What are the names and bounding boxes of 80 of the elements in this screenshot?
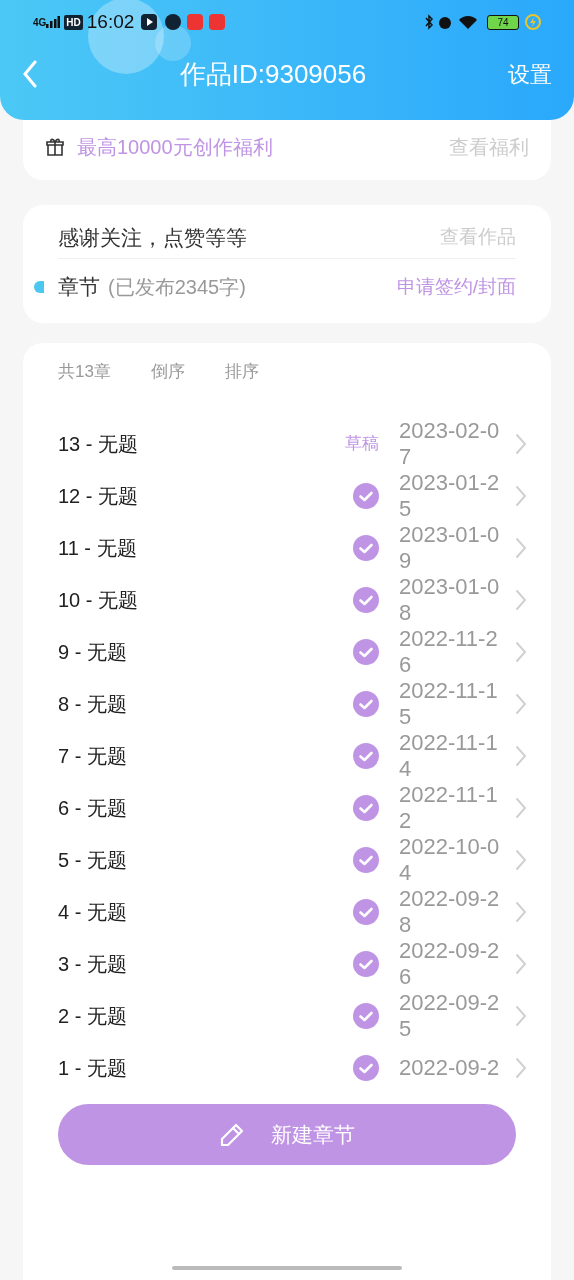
chapter-date: 2022-09-2 <box>399 1055 501 1081</box>
pencil-icon <box>219 1121 245 1148</box>
chapter-row[interactable]: 10 - 无题 2023-01-08 <box>23 574 551 626</box>
chevron-right-icon <box>515 1057 527 1079</box>
chevron-right-icon <box>515 797 527 819</box>
chapter-title: 8 - 无题 <box>58 692 128 717</box>
chapter-row[interactable]: 6 - 无题 2022-11-12 <box>23 782 551 834</box>
chapter-title: 1 - 无题 <box>58 1056 128 1081</box>
chevron-right-icon <box>515 433 527 455</box>
chevron-right-icon <box>515 537 527 559</box>
chapter-date: 2023-01-09 <box>399 522 501 574</box>
check-circle-icon <box>353 795 379 821</box>
battery-indicator: 74 <box>487 14 519 30</box>
check-circle-icon <box>353 847 379 873</box>
chapter-row[interactable]: 3 - 无题 2022-09-26 <box>23 938 551 990</box>
chapter-title: 7 - 无题 <box>58 744 128 769</box>
chapter-row[interactable]: 1 - 无题 2022-09-2 <box>23 1042 551 1092</box>
check-circle-icon <box>353 639 379 665</box>
chapter-row[interactable]: 8 - 无题 2022-11-15 <box>23 678 551 730</box>
check-circle-icon <box>353 1003 379 1029</box>
check-circle-icon <box>353 743 379 769</box>
chevron-right-icon <box>515 953 527 975</box>
chapter-row[interactable]: 7 - 无题 2022-11-14 <box>23 730 551 782</box>
chevron-right-icon <box>515 589 527 611</box>
chapter-title: 5 - 无题 <box>58 848 128 873</box>
benefit-text: 最高10000元创作福利 <box>77 135 274 160</box>
check-circle-icon <box>353 535 379 561</box>
check-circle-icon <box>353 899 379 925</box>
chapter-date: 2022-10-04 <box>399 834 501 886</box>
chapter-count: 共13章 <box>58 361 111 384</box>
chevron-right-icon <box>515 641 527 663</box>
check-circle-icon <box>353 691 379 717</box>
chapter-title: 9 - 无题 <box>58 640 128 665</box>
charging-icon <box>525 14 541 30</box>
chapter-title: 3 - 无题 <box>58 952 128 977</box>
section-marker <box>34 281 44 293</box>
check-circle-icon <box>353 483 379 509</box>
back-icon[interactable] <box>22 60 38 88</box>
chapter-date: 2022-11-12 <box>399 782 499 834</box>
chapter-date: 2023-02-07 <box>399 418 501 470</box>
chevron-right-icon <box>515 693 527 715</box>
chapter-row[interactable]: 5 - 无题 2022-10-04 <box>23 834 551 886</box>
check-circle-icon <box>353 1055 379 1081</box>
chapter-row[interactable]: 9 - 无题 2022-11-26 <box>23 626 551 678</box>
chapter-date: 2022-09-26 <box>399 938 501 990</box>
chevron-right-icon <box>515 1005 527 1027</box>
hd-badge: HD <box>64 14 83 30</box>
chapter-title: 11 - 无题 <box>58 536 138 561</box>
clock-time: 16:02 <box>86 9 135 34</box>
chapter-row[interactable]: 11 - 无题 2023-01-09 <box>23 522 551 574</box>
check-circle-icon <box>353 587 379 613</box>
work-description: 感谢关注，点赞等等 <box>58 224 248 251</box>
published-count: (已发布2345字) <box>108 275 247 300</box>
gift-icon <box>45 137 65 157</box>
chapter-title: 12 - 无题 <box>58 484 140 509</box>
draft-label: 草稿 <box>345 433 379 456</box>
chapter-title: 4 - 无题 <box>58 900 128 925</box>
chapter-title: 13 - 无题 <box>58 432 140 457</box>
chevron-right-icon <box>515 901 527 923</box>
chapter-date: 2022-11-15 <box>399 678 499 730</box>
chapter-date: 2022-09-25 <box>399 990 501 1042</box>
signal-icon <box>46 16 61 28</box>
chapter-row[interactable]: 2 - 无题 2022-09-25 <box>23 990 551 1042</box>
chapter-date: 2022-11-26 <box>399 626 499 678</box>
chapter-row[interactable]: 12 - 无题 2023-01-25 <box>23 470 551 522</box>
chapter-title: 6 - 无题 <box>58 796 128 821</box>
section-title: 章节 <box>58 274 100 301</box>
chevron-right-icon <box>515 745 527 767</box>
chapter-date: 2022-09-28 <box>399 886 501 938</box>
network-label: 4G <box>33 15 47 30</box>
chapter-row[interactable]: 4 - 无题 2022-09-28 <box>23 886 551 938</box>
chapter-date: 2023-01-25 <box>399 470 501 522</box>
chevron-right-icon <box>515 849 527 871</box>
chevron-right-icon <box>515 485 527 507</box>
chapter-title: 10 - 无题 <box>58 588 140 613</box>
chapter-title: 2 - 无题 <box>58 1004 128 1029</box>
chapter-date: 2023-01-08 <box>399 574 501 626</box>
check-circle-icon <box>353 951 379 977</box>
page-title: 作品ID:9309056 <box>178 57 368 91</box>
chapter-date: 2022-11-14 <box>399 730 499 782</box>
